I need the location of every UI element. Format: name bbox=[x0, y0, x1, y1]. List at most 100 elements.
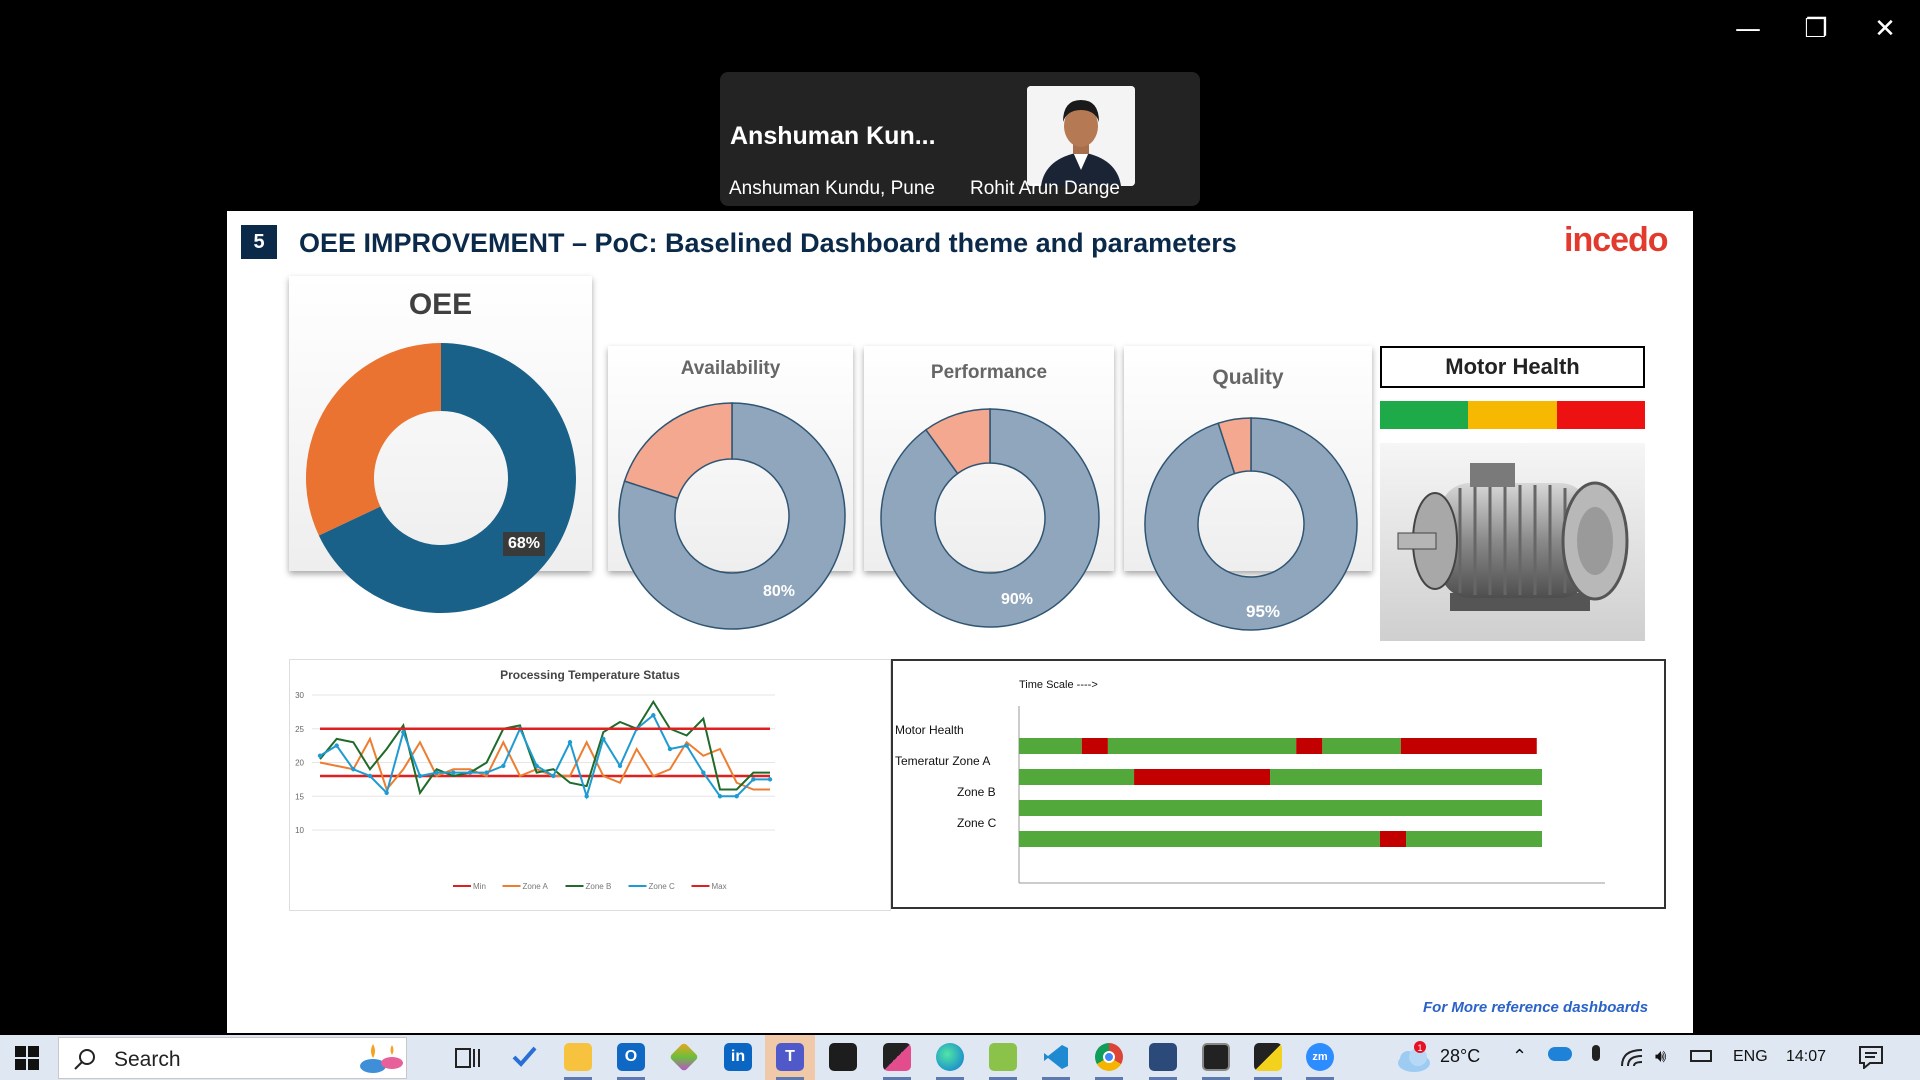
close-button[interactable]: ✕ bbox=[1865, 14, 1905, 44]
notepad-icon[interactable] bbox=[989, 1043, 1017, 1071]
data-point bbox=[434, 770, 439, 775]
data-point bbox=[651, 713, 656, 718]
zoom-icon[interactable]: zm bbox=[1306, 1043, 1334, 1071]
edge-icon[interactable] bbox=[936, 1043, 964, 1071]
series-line-zone-b bbox=[319, 699, 770, 796]
motor-image bbox=[1380, 443, 1645, 641]
terminal-icon[interactable] bbox=[829, 1043, 857, 1071]
data-point bbox=[751, 777, 756, 782]
data-point bbox=[567, 740, 573, 745]
minimize-button[interactable]: — bbox=[1728, 14, 1768, 44]
data-point bbox=[501, 763, 506, 769]
quality-card: Quality 95% bbox=[1124, 346, 1372, 631]
onedrive-icon[interactable] bbox=[1548, 1047, 1572, 1061]
task-view-icon[interactable] bbox=[454, 1044, 482, 1072]
outlook-icon[interactable]: O bbox=[617, 1043, 645, 1071]
snipping-tool-icon[interactable] bbox=[883, 1043, 911, 1071]
y-tick-label: 15 bbox=[295, 792, 304, 801]
motor-health-status-bar bbox=[1380, 401, 1645, 429]
command-prompt-icon[interactable] bbox=[1202, 1043, 1230, 1071]
health-good-segment bbox=[1380, 401, 1469, 429]
motor-health-title: Motor Health bbox=[1380, 346, 1645, 388]
kpi-value-label: 68% bbox=[503, 532, 546, 556]
weather-temperature[interactable]: 28°C bbox=[1440, 1046, 1480, 1067]
timeline-segment-ok bbox=[1107, 738, 1297, 754]
data-point bbox=[534, 763, 539, 769]
data-point bbox=[384, 790, 389, 796]
temperature-line-plot: 10 15 20 25 30 Min Zone A Zone B Zone C Max bbox=[295, 691, 775, 891]
teams-icon[interactable]: T bbox=[776, 1043, 804, 1071]
legend-entry: Min bbox=[473, 882, 486, 891]
vscode-icon[interactable] bbox=[1042, 1043, 1070, 1071]
data-point bbox=[734, 794, 739, 799]
oee-card: OEE 68% bbox=[289, 276, 592, 613]
git-app-icon[interactable] bbox=[669, 1042, 699, 1072]
performance-donut bbox=[880, 408, 1100, 628]
timeline-segment-bad bbox=[1379, 831, 1407, 847]
performance-card: Performance 90% bbox=[864, 346, 1114, 628]
donut-remainder-slice bbox=[306, 343, 441, 536]
legend-entry: Max bbox=[712, 882, 727, 891]
data-point bbox=[351, 767, 356, 772]
health-warning-segment bbox=[1468, 401, 1557, 429]
diya-search-highlight-icon bbox=[360, 1044, 403, 1073]
search-label: Search bbox=[114, 1048, 181, 1071]
data-point bbox=[601, 736, 606, 742]
avatar-icon bbox=[1027, 86, 1135, 186]
restore-button[interactable]: ❐ bbox=[1796, 14, 1836, 44]
timeline-segment-ok bbox=[1270, 769, 1542, 785]
data-point bbox=[467, 770, 473, 775]
more-dashboards-link[interactable]: For More reference dashboards bbox=[1423, 999, 1648, 1016]
data-point bbox=[367, 773, 373, 779]
shared-slide: 5 OEE IMPROVEMENT – PoC: Baselined Dashb… bbox=[227, 211, 1693, 1033]
data-point bbox=[717, 794, 723, 799]
legend-entry: Zone C bbox=[649, 882, 675, 891]
linkedin-icon[interactable]: in bbox=[724, 1043, 752, 1071]
electric-motor-icon bbox=[1397, 463, 1629, 611]
data-point bbox=[701, 770, 706, 775]
timeline-segment-ok bbox=[1019, 769, 1135, 785]
data-point bbox=[334, 743, 339, 748]
data-point bbox=[317, 753, 323, 758]
participant-label: Rohit Arun Dange bbox=[970, 178, 1120, 199]
timeline-bars bbox=[1018, 706, 1605, 884]
data-point bbox=[667, 746, 673, 752]
language-indicator[interactable]: ENG bbox=[1733, 1048, 1768, 1066]
sql-studio-icon[interactable] bbox=[1149, 1043, 1177, 1071]
participant-avatar[interactable] bbox=[1027, 86, 1135, 186]
taskbar-search[interactable]: Search bbox=[58, 1037, 407, 1079]
notifications-icon[interactable] bbox=[1858, 1045, 1884, 1069]
chrome-icon[interactable] bbox=[1095, 1043, 1123, 1071]
data-point bbox=[451, 770, 456, 775]
wifi-icon[interactable] bbox=[1620, 1046, 1644, 1068]
sticky-notes-icon[interactable] bbox=[1254, 1043, 1282, 1071]
chevron-up-icon[interactable]: ⌃ bbox=[1512, 1046, 1527, 1067]
y-tick-label: 10 bbox=[295, 826, 304, 835]
legend-entry: Zone A bbox=[523, 882, 549, 891]
company-logo: incedo bbox=[1564, 221, 1669, 259]
quality-donut bbox=[1144, 417, 1358, 631]
clock[interactable]: 14:07 bbox=[1786, 1048, 1826, 1066]
donut-remainder-slice bbox=[623, 402, 733, 500]
todo-app-icon[interactable] bbox=[510, 1043, 538, 1071]
timeline-segment-bad bbox=[1296, 738, 1323, 754]
y-tick-label: 20 bbox=[295, 759, 304, 768]
microphone-icon[interactable] bbox=[1592, 1045, 1600, 1061]
timeline-segment-bad bbox=[1134, 769, 1271, 785]
weather-cloud-icon[interactable]: 1 bbox=[1392, 1041, 1432, 1075]
kpi-title: Availability bbox=[680, 358, 781, 379]
availability-donut bbox=[618, 402, 846, 630]
weather-badge: 1 bbox=[1417, 1043, 1422, 1053]
windows-start-icon[interactable] bbox=[15, 1046, 39, 1070]
kpi-title: OEE bbox=[408, 288, 473, 321]
timeline-segment-ok bbox=[1019, 831, 1380, 847]
speaker-icon[interactable]: 🔊︎ bbox=[1655, 1046, 1666, 1067]
timeline-segment-bad bbox=[1081, 738, 1108, 754]
slide-number: 5 bbox=[241, 225, 277, 259]
file-explorer-icon[interactable] bbox=[564, 1043, 592, 1071]
kpi-title: Quality bbox=[1212, 366, 1284, 389]
data-point bbox=[484, 770, 489, 775]
taskbar: Search O in T zm 1 28°C ⌃ 🔊︎ ENG 14:07 bbox=[0, 1035, 1920, 1080]
health-critical-segment bbox=[1556, 401, 1645, 429]
battery-icon[interactable] bbox=[1690, 1050, 1712, 1062]
